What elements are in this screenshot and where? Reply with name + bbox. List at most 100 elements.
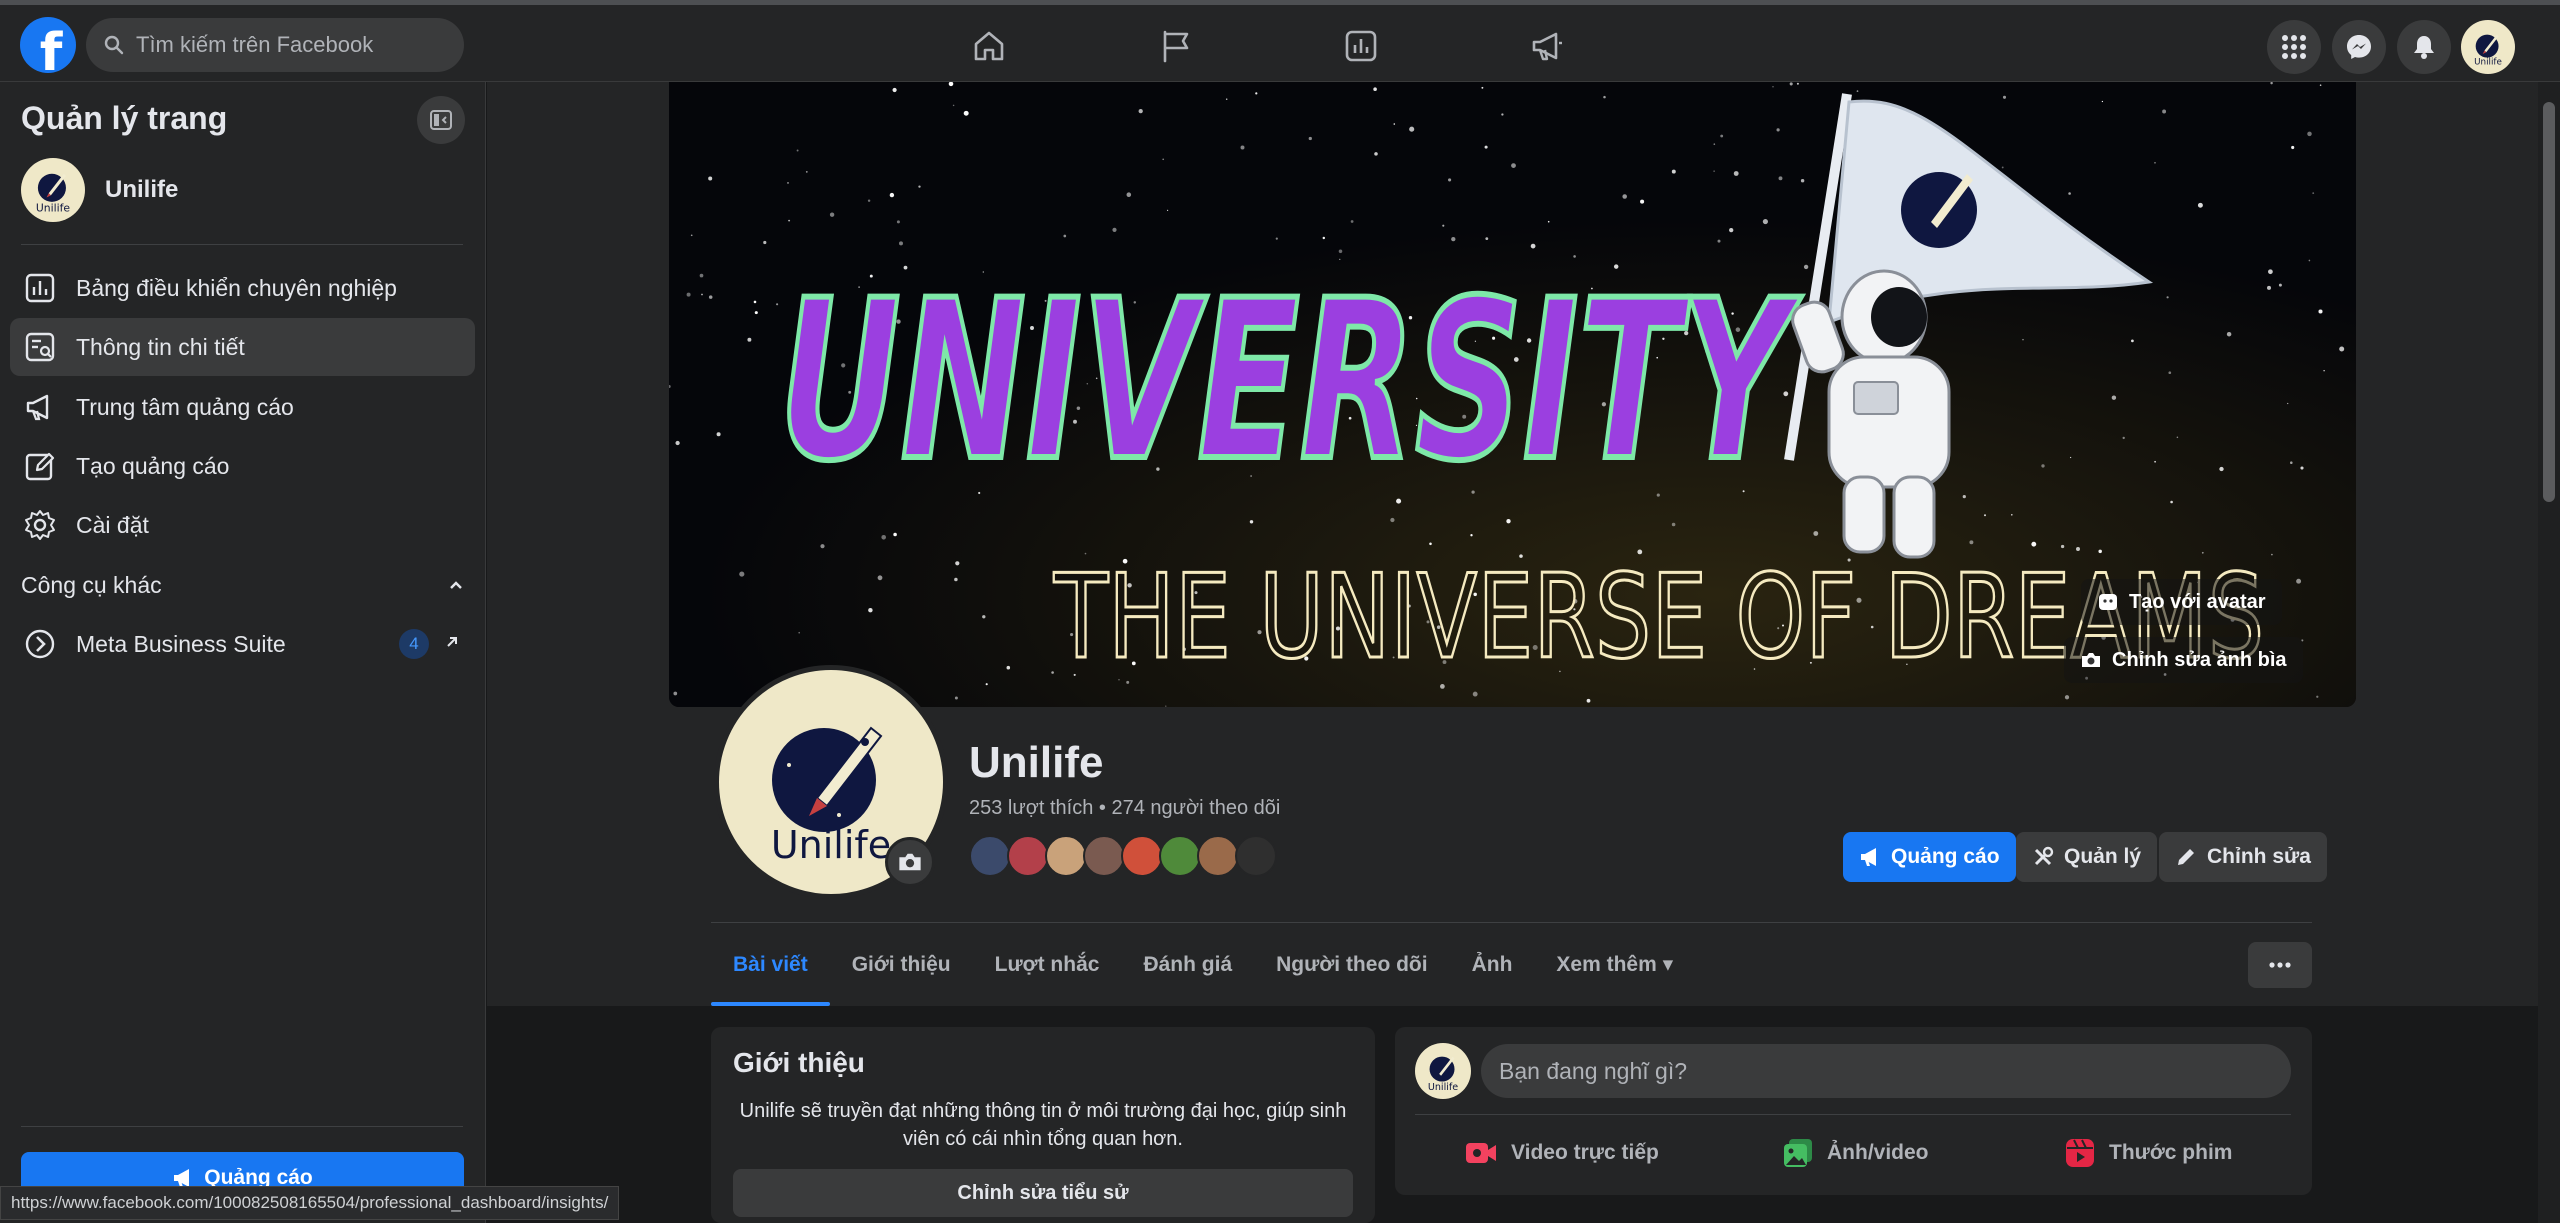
star [1322,236,1326,240]
follower-avatar[interactable] [1159,835,1201,877]
manage-button[interactable]: Quản lý [2016,832,2158,882]
update-profile-picture-button[interactable] [885,837,935,887]
star [1308,136,1312,141]
messenger-button[interactable] [2332,20,2386,74]
star [2111,395,2117,400]
photo-video-button[interactable]: Ảnh/video [1783,1127,1929,1179]
star [1275,237,1278,240]
star [708,295,713,299]
edit-bio-button[interactable]: Chỉnh sửa tiểu sử [733,1169,1353,1217]
sidebar-page-switcher[interactable]: Unilife Unilife [21,158,178,222]
menu-button[interactable] [2267,20,2321,74]
page-stats[interactable]: 253 lượt thích • 274 người theo dõi [969,797,1280,820]
ads-nav-button[interactable] [1522,21,1572,71]
page-main-content: UNIVERSITY THE UNIVERSE OF DREAMS Tạo vớ… [487,82,2538,1223]
tab-photos[interactable]: Ảnh [1450,923,1535,1006]
sidebar-item-ad-center[interactable]: Trung tâm quảng cáo [10,378,475,436]
follower-avatar[interactable] [1121,835,1163,877]
star [1772,86,1774,88]
intro-bio: Unilife sẽ truyền đạt những thông tin ở … [739,1100,1347,1150]
star [1547,220,1550,223]
follower-avatars[interactable] [969,835,1277,877]
search-box[interactable] [86,18,464,72]
tab-reviews[interactable]: Đánh giá [1121,923,1254,1006]
sidebar-item-create-ad[interactable]: Tạo quảng cáo [10,437,475,495]
star [982,615,986,619]
whats-on-your-mind-input[interactable]: Bạn đang nghĩ gì? [1481,1044,2291,1098]
star [675,440,680,446]
star [1729,227,1734,233]
sidebar-item-label: Tạo quảng cáo [76,452,230,479]
promote-button[interactable]: Quảng cáo [1843,832,2016,882]
account-avatar[interactable]: Unilife [2461,20,2515,74]
scrollbar-thumb[interactable] [2543,102,2555,502]
star [1472,691,1478,697]
star [1126,192,1132,197]
collapse-sidebar-button[interactable] [417,96,465,144]
external-link-icon[interactable] [443,633,461,651]
tab-mentions[interactable]: Lượt nhắc [973,923,1122,1006]
facebook-logo[interactable]: f [20,17,76,73]
follower-avatar[interactable] [1045,835,1087,877]
cover-photo[interactable]: UNIVERSITY THE UNIVERSE OF DREAMS Tạo vớ… [669,82,2356,707]
star [1390,517,1395,523]
star [798,631,800,634]
star [1803,264,1809,270]
star [2308,259,2311,262]
star [686,292,691,297]
follower-avatar[interactable] [1007,835,1049,877]
top-navigation-bar: f Tìm kiếm trên Facebook Unilife [0,0,2560,82]
promote-label: Quảng cáo [1891,845,2000,868]
link-preview-status-bar: https://www.facebook.com/100082508165504… [0,1186,620,1220]
facebook-logo-letter: f [39,23,63,73]
star [881,535,886,540]
search-input[interactable] [136,32,436,58]
tab-posts[interactable]: Bài viết [711,923,830,1006]
gear-icon [22,507,58,543]
star [1138,108,1143,114]
star [2154,460,2156,463]
tab-about[interactable]: Giới thiệu [830,923,973,1006]
star [1720,134,1724,138]
create-with-avatar-button[interactable]: Tạo với avatar [2081,579,2282,625]
star [2296,578,2302,584]
sidebar-item-professional-dashboard[interactable]: Bảng điều khiển chuyên nghiệp [10,259,475,317]
follower-avatar[interactable] [969,835,1011,877]
star [1470,534,1473,537]
home-nav-button[interactable] [964,21,1014,71]
sidebar-item-label: Thông tin chi tiết [76,333,245,360]
edit-cover-photo-button[interactable]: Chỉnh sửa ảnh bìa [2064,637,2303,683]
more-options-button[interactable] [2248,942,2312,988]
page-avatar: Unilife [21,158,85,222]
edit-page-button[interactable]: Chỉnh sửa [2159,832,2327,882]
star [1112,227,1117,232]
bar-chart-icon [1345,30,1377,62]
tab-followers[interactable]: Người theo dõi [1254,923,1449,1006]
svg-text:Unilife: Unilife [36,202,71,215]
star [1481,86,1484,89]
page-scrollbar[interactable] [2538,82,2560,1223]
star [1373,87,1377,91]
insights-nav-button[interactable] [1336,21,1386,71]
star [1166,209,1169,212]
pages-nav-button[interactable] [1151,21,1201,71]
star [1165,705,1167,707]
tab-see-more[interactable]: Xem thêm ▾ [1534,923,1695,1006]
notifications-button[interactable] [2397,20,2451,74]
star [788,219,791,222]
reel-button[interactable]: Thước phim [2065,1127,2232,1179]
edit-cover-photo-label: Chỉnh sửa ảnh bìa [2112,648,2287,671]
sidebar-page-name: Unilife [105,176,179,203]
star [2168,371,2172,375]
star [2166,296,2169,299]
star [1485,237,1489,241]
other-tools-section-toggle[interactable]: Công cụ khác [21,572,465,599]
follower-avatar[interactable] [1083,835,1125,877]
sidebar-item-settings[interactable]: Cài đặt [10,496,475,554]
edit-page-label: Chỉnh sửa [2207,845,2311,868]
follower-avatar[interactable] [1235,835,1277,877]
live-video-button[interactable]: Video trực tiếp [1465,1127,1659,1179]
star [1350,220,1354,223]
follower-avatar[interactable] [1197,835,1239,877]
sidebar-item-insights[interactable]: Thông tin chi tiết [10,318,475,376]
